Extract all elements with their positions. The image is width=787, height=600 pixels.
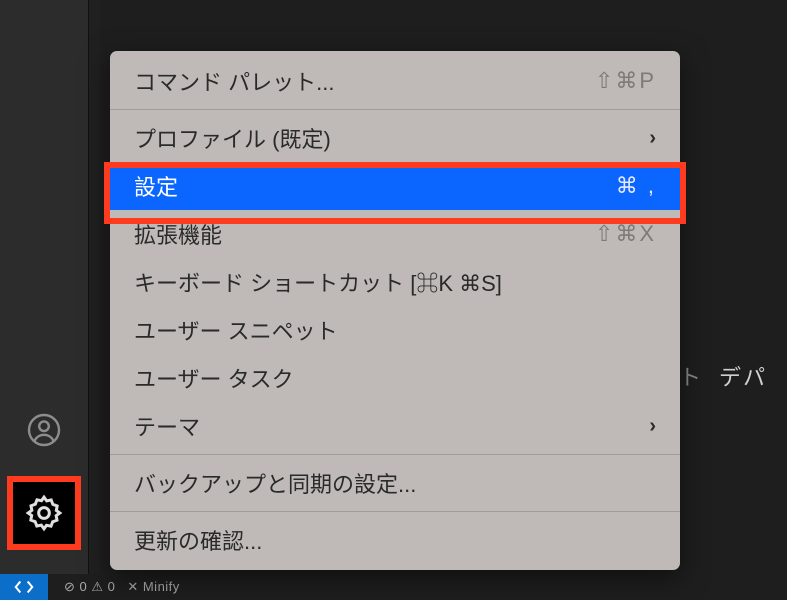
menu-separator [110, 109, 680, 110]
vertical-divider [88, 0, 100, 600]
settings-context-menu: コマンド パレット... ⇧⌘P プロファイル (既定) › 設定 ⌘ , 拡張… [110, 51, 680, 570]
chevron-right-icon: › [649, 415, 656, 438]
status-minify[interactable]: ✕ Minify [127, 579, 179, 595]
menu-item-user-snippets[interactable]: ユーザー スニペット [110, 306, 680, 354]
gear-icon[interactable] [24, 493, 64, 533]
settings-menu-highlight-box [104, 162, 686, 224]
menu-label: ユーザー タスク [134, 362, 294, 394]
menu-label: バックアップと同期の設定... [134, 467, 416, 499]
menu-label: プロファイル (既定) [134, 122, 331, 154]
settings-gear-highlight [7, 476, 81, 550]
accounts-icon[interactable] [22, 408, 66, 452]
menu-item-check-updates[interactable]: 更新の確認... [110, 516, 680, 564]
menu-item-command-palette[interactable]: コマンド パレット... ⇧⌘P [110, 57, 680, 105]
status-errors[interactable]: ⊘ 0 ⚠ 0 [64, 579, 115, 595]
remote-button[interactable] [0, 574, 48, 600]
menu-shortcut: ⇧⌘P [595, 68, 656, 94]
chevron-right-icon: › [649, 127, 656, 150]
menu-label: テーマ [134, 410, 200, 442]
menu-item-keyboard-shortcuts[interactable]: キーボード ショートカット [⌘K ⌘S] [110, 258, 680, 306]
menu-separator [110, 454, 680, 455]
menu-shortcut: ⇧⌘X [595, 221, 656, 247]
right-text-2: デパ [719, 360, 767, 392]
menu-item-theme[interactable]: テーマ › [110, 402, 680, 450]
menu-item-profile[interactable]: プロファイル (既定) › [110, 114, 680, 162]
menu-separator [110, 511, 680, 512]
menu-label: 更新の確認... [134, 524, 262, 556]
menu-label: ユーザー スニペット [134, 314, 338, 346]
right-text-1: ト [679, 360, 701, 392]
menu-label: キーボード ショートカット [⌘K ⌘S] [134, 266, 502, 298]
menu-item-backup-sync[interactable]: バックアップと同期の設定... [110, 459, 680, 507]
status-bar: ⊘ 0 ⚠ 0 ✕ Minify [0, 574, 180, 600]
menu-label: コマンド パレット... [134, 65, 334, 97]
activity-bar [0, 0, 88, 600]
menu-item-user-tasks[interactable]: ユーザー タスク [110, 354, 680, 402]
